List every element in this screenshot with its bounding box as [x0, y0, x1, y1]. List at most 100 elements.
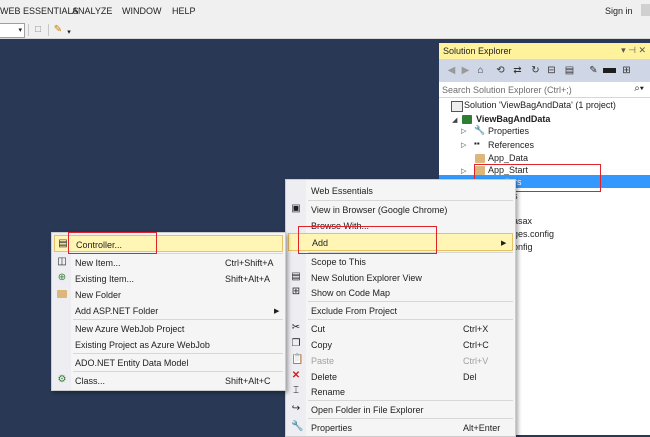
menu-item-label: Web Essentials: [311, 186, 373, 196]
new-item-icon: ◫: [57, 256, 67, 267]
menu-item-ado-net-model[interactable]: ADO.NET Entity Data Model: [52, 354, 285, 371]
submenu-arrow-icon: ▶: [501, 240, 507, 247]
search-input[interactable]: Search Solution Explorer (Ctrl+;): [442, 85, 572, 95]
preview-icon[interactable]: [603, 68, 616, 73]
menu-item-scope-to-this[interactable]: Scope to This: [286, 253, 515, 270]
menu-help[interactable]: HELP: [172, 6, 196, 16]
menu-item-label: New Solution Explorer View: [311, 273, 422, 283]
menu-item-cut[interactable]: ✂ Cut Ctrl+X: [286, 320, 515, 337]
forward-icon[interactable]: ▶: [459, 64, 472, 77]
context-menu: Web Essentials ▣ View in Browser (Google…: [285, 179, 516, 437]
toolbar-separator: [48, 24, 49, 36]
project-icon: [462, 115, 472, 124]
collapsed-arrow-icon[interactable]: ▷: [461, 141, 466, 149]
account-icon[interactable]: [641, 4, 650, 16]
folder-icon: [475, 154, 485, 163]
tree-properties[interactable]: Properties: [488, 126, 529, 136]
menu-analyze[interactable]: ANALYZE: [72, 6, 112, 16]
toolbar: ▾ □ ✎ ▾: [0, 21, 650, 39]
menu-item-label: Cut: [311, 324, 326, 334]
menu-item-label: ADO.NET Entity Data Model: [75, 358, 189, 368]
menu-item-open-folder[interactable]: ↪ Open Folder in File Explorer: [286, 401, 515, 418]
menu-item-copy[interactable]: ❐ Copy Ctrl+C: [286, 336, 515, 353]
menu-item-label: Class...: [75, 376, 106, 386]
chevron-down-icon: ▾: [18, 27, 22, 34]
menu-item-shortcut: Shift+Alt+C: [225, 376, 271, 386]
window-controls[interactable]: ▾ ⊣ ✕: [621, 45, 646, 56]
menu-item-existing-item[interactable]: ⊕ Existing Item... Shift+Alt+A: [52, 270, 285, 287]
new-view-icon: ▤: [291, 271, 301, 282]
menu-item-label: Scope to This: [311, 257, 366, 267]
annotation-box-add: [298, 226, 437, 254]
sync-icon[interactable]: ⇄: [511, 64, 524, 77]
collapsed-arrow-icon[interactable]: ▷: [461, 127, 466, 135]
menu-item-shortcut: Ctrl+V: [463, 356, 489, 366]
collapse-all-icon[interactable]: ⊟: [545, 64, 558, 77]
menu-item-label: Paste: [311, 356, 335, 366]
menu-item-label: Delete: [311, 372, 338, 382]
wrench-icon: 🔧: [474, 125, 486, 135]
submenu-arrow-icon: ▶: [274, 308, 280, 315]
rename-icon: ⌶: [293, 385, 299, 396]
sign-in-link[interactable]: Sign in: [605, 6, 633, 16]
menu-item-label: Existing Item...: [75, 274, 135, 284]
add-submenu: ▤ Controller... ◫ New Item... Ctrl+Shift…: [51, 232, 286, 391]
menu-item-new-folder[interactable]: New Folder: [52, 286, 285, 303]
scissors-icon: ✂: [291, 322, 301, 333]
history-icon[interactable]: ⟲: [494, 64, 507, 77]
menu-item-class[interactable]: ⚙ Class... Shift+Alt+C: [52, 372, 285, 389]
tree-packages-config[interactable]: ges.config: [513, 229, 554, 239]
solution-explorer-title: Solution Explorer: [443, 46, 512, 56]
menu-item-shortcut: Alt+Enter: [463, 423, 501, 433]
menu-item-web-essentials[interactable]: Web Essentials: [286, 182, 515, 199]
expanded-arrow-icon[interactable]: ◢: [452, 116, 457, 124]
solution-explorer-title-bar: Solution Explorer ▾ ⊣ ✕: [439, 43, 650, 59]
solution-explorer-search[interactable]: Search Solution Explorer (Ctrl+;) ⌕▾: [439, 82, 650, 98]
copy-icon: ❐: [291, 338, 301, 349]
menu-item-label: View in Browser (Google Chrome): [311, 205, 448, 215]
menu-item-view-in-browser[interactable]: ▣ View in Browser (Google Chrome): [286, 201, 515, 218]
menu-item-new-azure-webjob[interactable]: New Azure WebJob Project: [52, 320, 285, 337]
menu-item-rename[interactable]: ⌶ Rename: [286, 383, 515, 400]
home-icon[interactable]: ⌂: [474, 64, 487, 77]
menu-item-label: New Azure WebJob Project: [75, 324, 185, 334]
toolbar-combo[interactable]: ▾: [0, 23, 25, 38]
browser-icon: ▣: [291, 203, 301, 214]
search-icon[interactable]: ⌕▾: [634, 83, 644, 94]
menu-item-paste: 📋 Paste Ctrl+V: [286, 352, 515, 369]
menu-item-exclude-from-project[interactable]: Exclude From Project: [286, 302, 515, 319]
back-icon[interactable]: ◀: [445, 64, 458, 77]
tree-references[interactable]: References: [488, 140, 534, 150]
refresh-icon[interactable]: ↻: [529, 64, 542, 77]
existing-item-icon: ⊕: [57, 272, 67, 283]
tree-solution[interactable]: Solution 'ViewBagAndData' (1 project): [464, 100, 616, 110]
wrench-icon: 🔧: [291, 421, 304, 432]
collapsed-arrow-icon[interactable]: ▷: [461, 167, 466, 175]
tree-project[interactable]: ViewBagAndData: [476, 114, 550, 124]
menu-item-new-item[interactable]: ◫ New Item... Ctrl+Shift+A: [52, 254, 285, 271]
menu-item-label: Add ASP.NET Folder: [75, 306, 159, 316]
menu-item-shortcut: Shift+Alt+A: [225, 274, 271, 284]
menu-item-label: Copy: [311, 340, 333, 350]
menu-window[interactable]: WINDOW: [122, 6, 162, 16]
menu-bar: WEB ESSENTIALS ANALYZE WINDOW HELP Sign …: [0, 0, 650, 21]
solution-icon: [451, 101, 463, 112]
menu-item-label: Show on Code Map: [311, 288, 391, 298]
menu-web-essentials[interactable]: WEB ESSENTIALS: [0, 6, 79, 16]
properties-wrench-icon[interactable]: ✎: [587, 64, 600, 77]
show-all-files-icon[interactable]: ▤: [563, 64, 576, 77]
controller-icon: ▤: [58, 238, 68, 249]
code-map-icon: ⊞: [291, 286, 301, 297]
class-view-icon[interactable]: ⊞: [620, 64, 633, 77]
toolbar-overflow-icon[interactable]: ▾: [63, 27, 75, 39]
menu-item-label: Properties: [311, 423, 353, 433]
menu-item-properties[interactable]: 🔧 Properties Alt+Enter: [286, 419, 515, 436]
menu-item-add-aspnet-folder[interactable]: Add ASP.NET Folder ▶: [52, 302, 285, 319]
menu-item-shortcut: Ctrl+X: [463, 324, 489, 334]
solution-explorer-toolbar: ◀ ▶ ⌂ ⟲ ⇄ ↻ ⊟ ▤ ✎ ⊞: [439, 59, 650, 82]
menu-item-show-on-code-map[interactable]: ⊞ Show on Code Map: [286, 284, 515, 301]
toolbar-box-icon[interactable]: □: [32, 24, 44, 36]
menu-item-label: New Item...: [75, 258, 121, 268]
tree-app-data[interactable]: App_Data: [488, 153, 528, 163]
menu-item-existing-project-webjob[interactable]: Existing Project as Azure WebJob: [52, 336, 285, 353]
